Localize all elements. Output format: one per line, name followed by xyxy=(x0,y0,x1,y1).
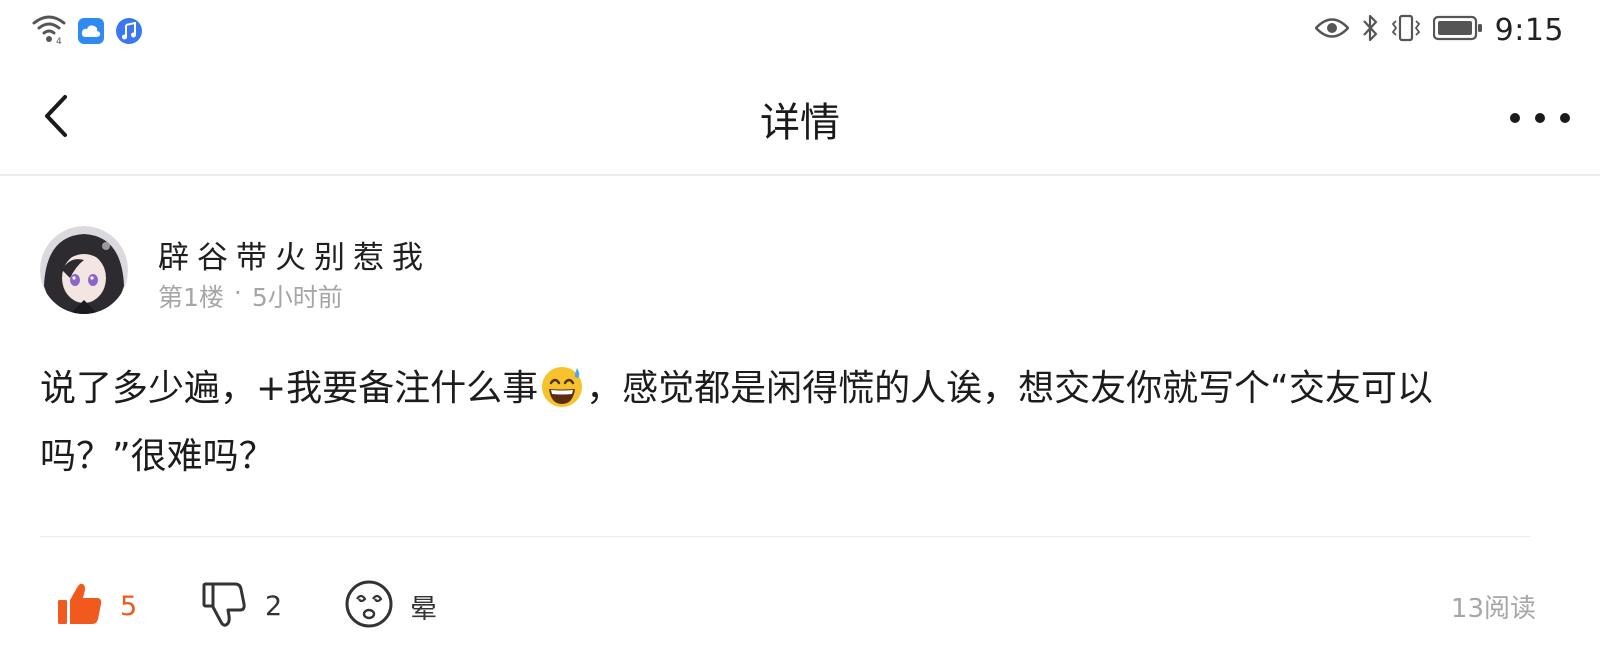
bluetooth-icon xyxy=(1361,13,1379,47)
battery-icon xyxy=(1432,15,1483,45)
nav-bar: 详情 xyxy=(0,64,1600,176)
dislike-button[interactable]: 2 xyxy=(201,574,282,638)
more-dots-icon xyxy=(1510,113,1520,123)
vibrate-icon xyxy=(1391,14,1421,46)
thumbs-up-icon xyxy=(56,580,104,632)
dizzy-face-icon xyxy=(344,579,394,633)
status-right-icons: 9:15 xyxy=(1313,10,1564,50)
status-bar: 4 9:15 xyxy=(0,0,1600,64)
status-time: 9:15 xyxy=(1494,12,1564,48)
svg-text:4: 4 xyxy=(56,37,62,44)
username[interactable]: 辟谷带火别惹我 xyxy=(158,232,431,277)
sweat-smile-emoji xyxy=(540,363,584,407)
music-icon xyxy=(116,18,142,44)
like-button[interactable]: 5 xyxy=(56,574,137,638)
post-meta: 第1楼 · 5小时前 xyxy=(158,278,343,314)
read-count: 13阅读 xyxy=(1450,594,1536,624)
post-header: 辟谷带火别惹我 第1楼 · 5小时前 xyxy=(40,226,1540,316)
post-body: 说了多少遍，+我要备注什么事 ，感觉都是闲得慌的人诶，想交友你就写个“交友可以吗… xyxy=(40,355,1540,491)
post-text-part1: 说了多少遍，+我要备注什么事 xyxy=(40,368,539,409)
more-dot xyxy=(1560,113,1570,123)
more-button[interactable] xyxy=(1510,98,1570,138)
meta-separator: · xyxy=(233,278,242,307)
wifi-icon: 4 xyxy=(32,14,66,48)
divider xyxy=(40,536,1530,537)
time-ago: 5小时前 xyxy=(251,283,343,312)
eye-icon xyxy=(1313,17,1350,43)
action-bar: 5 2 晕 13阅读 xyxy=(56,574,1546,638)
status-left-icons: 4 xyxy=(32,14,142,48)
cloud-icon xyxy=(78,18,104,44)
more-dot xyxy=(1535,113,1545,123)
like-count: 5 xyxy=(120,590,138,622)
dizzy-label: 晕 xyxy=(410,593,437,625)
thumbs-down-icon xyxy=(201,580,249,632)
floor-label: 第1楼 xyxy=(158,283,224,312)
page-title: 详情 xyxy=(760,100,840,146)
dizzy-reaction-button[interactable]: 晕 xyxy=(344,574,437,638)
avatar[interactable] xyxy=(40,226,128,314)
dislike-count: 2 xyxy=(265,590,283,622)
